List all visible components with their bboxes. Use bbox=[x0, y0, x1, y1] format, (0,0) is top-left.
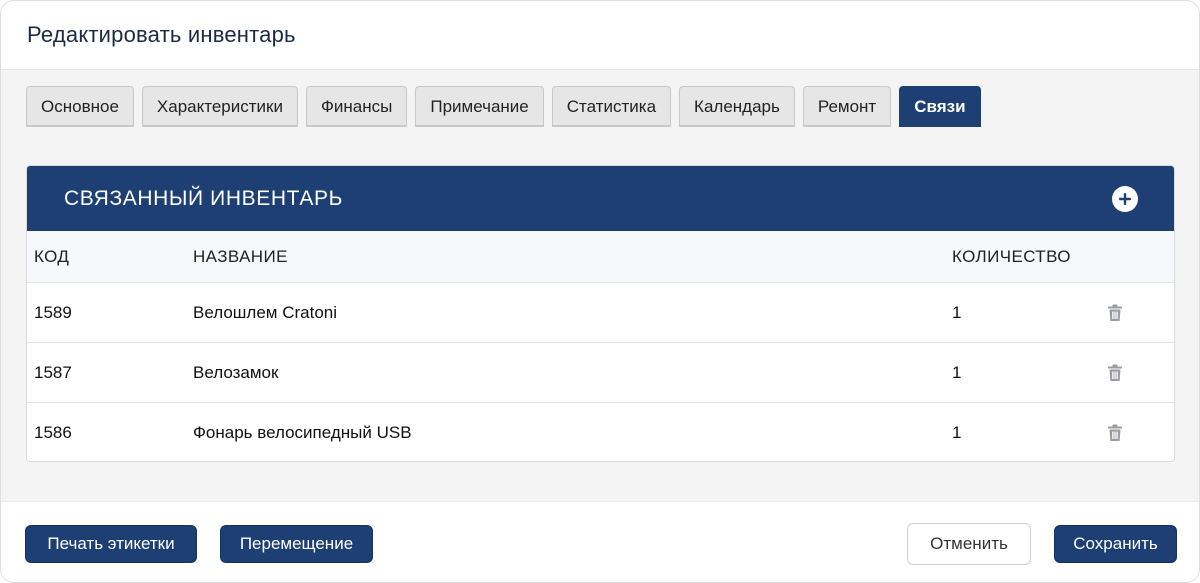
tab-statistics[interactable]: Статистика bbox=[551, 86, 672, 127]
row-quantity: 1 bbox=[952, 423, 962, 442]
column-header-quantity: КОЛИЧЕСТВО bbox=[952, 246, 1071, 266]
panel-header: СВЯЗАННЫЙ ИНВЕНТАРЬ bbox=[27, 166, 1174, 231]
modal-title: Редактировать инвентарь bbox=[27, 22, 296, 47]
delete-row-button[interactable] bbox=[1105, 403, 1125, 461]
move-button[interactable]: Перемещение bbox=[220, 525, 373, 563]
tab-main[interactable]: Основное bbox=[26, 86, 134, 127]
trash-icon bbox=[1105, 423, 1125, 443]
row-code: 1586 bbox=[34, 423, 72, 442]
table-header: КОД НАЗВАНИЕ КОЛИЧЕСТВО bbox=[27, 231, 1174, 283]
add-linked-item-button[interactable] bbox=[1112, 185, 1138, 212]
modal-footer: Печать этикетки Перемещение Отменить Сох… bbox=[1, 501, 1199, 582]
cancel-button[interactable]: Отменить bbox=[907, 523, 1031, 565]
edit-inventory-modal: Редактировать инвентарь Основное Характе… bbox=[0, 0, 1200, 583]
modal-header: Редактировать инвентарь bbox=[1, 1, 1199, 70]
column-header-name: НАЗВАНИЕ bbox=[193, 246, 288, 266]
tab-notes[interactable]: Примечание bbox=[415, 86, 544, 127]
tab-calendar[interactable]: Календарь bbox=[679, 86, 795, 127]
trash-icon bbox=[1105, 363, 1125, 383]
tab-links[interactable]: Связи bbox=[899, 86, 981, 127]
trash-icon bbox=[1105, 303, 1125, 323]
table-row: 1586 Фонарь велосипедный USB 1 bbox=[27, 403, 1174, 461]
tab-bar: Основное Характеристики Финансы Примечан… bbox=[26, 86, 981, 127]
plus-circle-icon bbox=[1119, 192, 1131, 205]
tab-repair[interactable]: Ремонт bbox=[802, 86, 892, 127]
tab-finance[interactable]: Финансы bbox=[305, 86, 408, 127]
panel-title: СВЯЗАННЫЙ ИНВЕНТАРЬ bbox=[64, 186, 343, 210]
table-row: 1587 Велозамок 1 bbox=[27, 343, 1174, 403]
row-quantity: 1 bbox=[952, 362, 962, 382]
linked-inventory-panel: СВЯЗАННЫЙ ИНВЕНТАРЬ КОД НАЗВАНИЕ КОЛИЧЕС… bbox=[26, 165, 1175, 462]
row-name: Велошлем Cratoni bbox=[193, 302, 338, 322]
delete-row-button[interactable] bbox=[1105, 283, 1125, 342]
tab-characteristics[interactable]: Характеристики bbox=[141, 86, 298, 127]
row-name: Фонарь велосипедный USB bbox=[193, 423, 412, 442]
row-code: 1589 bbox=[34, 302, 72, 322]
delete-row-button[interactable] bbox=[1105, 343, 1125, 402]
save-button[interactable]: Сохранить bbox=[1054, 525, 1177, 563]
row-code: 1587 bbox=[34, 362, 72, 382]
column-header-code: КОД bbox=[34, 246, 70, 266]
print-label-button[interactable]: Печать этикетки bbox=[25, 525, 197, 563]
row-name: Велозамок bbox=[193, 362, 279, 382]
modal-body: Основное Характеристики Финансы Примечан… bbox=[1, 70, 1199, 501]
table-row: 1589 Велошлем Cratoni 1 bbox=[27, 283, 1174, 343]
row-quantity: 1 bbox=[952, 302, 962, 322]
